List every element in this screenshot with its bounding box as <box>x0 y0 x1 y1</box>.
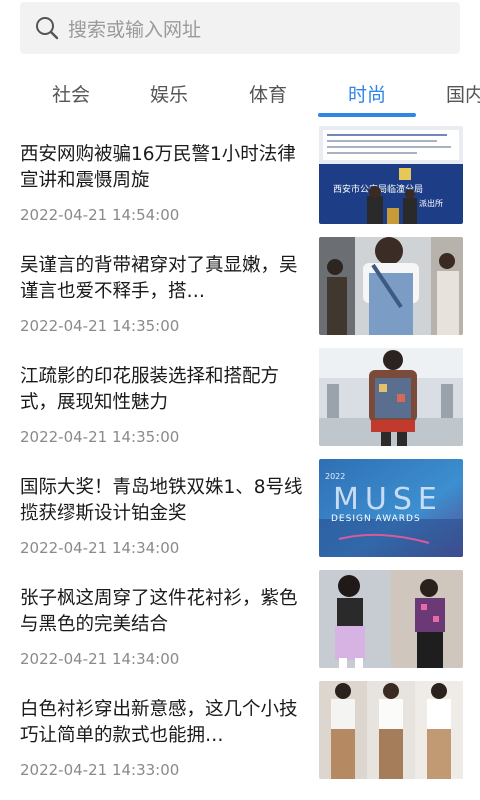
thumb-year: 2022 <box>325 472 345 481</box>
tab-entertainment[interactable]: 娱乐 <box>120 68 218 118</box>
thumb-big-text: MUSE <box>333 482 443 517</box>
news-item[interactable]: 白色衬衫穿出新意感，这几个小技巧让简单的款式也能拥… 2022-04-21 14… <box>0 675 480 786</box>
news-thumbnail[interactable]: 西安市公安局临潼分局 派出所 <box>319 126 463 224</box>
news-item[interactable]: 张子枫这周穿了这件花衬衫，紫色与黑色的完美结合 2022-04-21 14:34… <box>0 564 480 675</box>
news-thumbnail[interactable] <box>319 570 463 668</box>
news-thumbnail[interactable]: 2022 MUSE DESIGN AWARDS <box>319 459 463 557</box>
news-time: 2022-04-21 14:33:00 <box>20 761 180 779</box>
news-time: 2022-04-21 14:34:00 <box>20 539 180 557</box>
news-time: 2022-04-21 14:35:00 <box>20 317 180 335</box>
news-item[interactable]: 国际大奖！青岛地铁双姝1、8号线揽获缪斯设计铂金奖 2022-04-21 14:… <box>0 453 480 564</box>
tab-sports[interactable]: 体育 <box>219 68 317 118</box>
news-title[interactable]: 张子枫这周穿了这件花衬衫，紫色与黑色的完美结合 <box>20 586 304 638</box>
news-title[interactable]: 吴谨言的背带裙穿对了真显嫩，吴谨言也爱不释手，搭… <box>20 253 304 305</box>
news-title[interactable]: 白色衬衫穿出新意感，这几个小技巧让简单的款式也能拥… <box>20 697 304 749</box>
news-title[interactable]: 江疏影的印花服装选择和搭配方式，展现知性魅力 <box>20 364 304 416</box>
news-thumbnail[interactable] <box>319 237 463 335</box>
search-input[interactable]: 搜索或输入网址 <box>68 15 201 42</box>
thumb-subcaption: 派出所 <box>419 198 443 208</box>
active-tab-indicator <box>318 113 416 117</box>
news-title[interactable]: 国际大奖！青岛地铁双姝1、8号线揽获缪斯设计铂金奖 <box>20 475 304 527</box>
search-icon <box>36 17 59 40</box>
tab-society[interactable]: 社会 <box>22 68 120 118</box>
news-time: 2022-04-21 14:54:00 <box>20 206 180 224</box>
news-thumbnail[interactable] <box>319 681 463 779</box>
news-item[interactable]: 江疏影的印花服装选择和搭配方式，展现知性魅力 2022-04-21 14:35:… <box>0 342 480 453</box>
news-time: 2022-04-21 14:34:00 <box>20 650 180 668</box>
thumb-caption: DESIGN AWARDS <box>331 514 421 524</box>
search-bar[interactable]: 搜索或输入网址 <box>20 2 460 54</box>
news-item[interactable]: 吴谨言的背带裙穿对了真显嫩，吴谨言也爱不释手，搭… 2022-04-21 14:… <box>0 231 480 342</box>
news-time: 2022-04-21 14:35:00 <box>20 428 180 446</box>
category-tabs: 社会 娱乐 体育 时尚 国内 <box>0 68 480 118</box>
news-thumbnail[interactable] <box>319 348 463 446</box>
tab-domestic[interactable]: 国内 <box>416 68 480 118</box>
news-title[interactable]: 西安网购被骗16万民警1小时法律宣讲和震慑周旋 <box>20 142 304 194</box>
tab-fashion[interactable]: 时尚 <box>318 68 416 118</box>
news-item[interactable]: 西安网购被骗16万民警1小时法律宣讲和震慑周旋 2022-04-21 14:54… <box>0 120 480 231</box>
